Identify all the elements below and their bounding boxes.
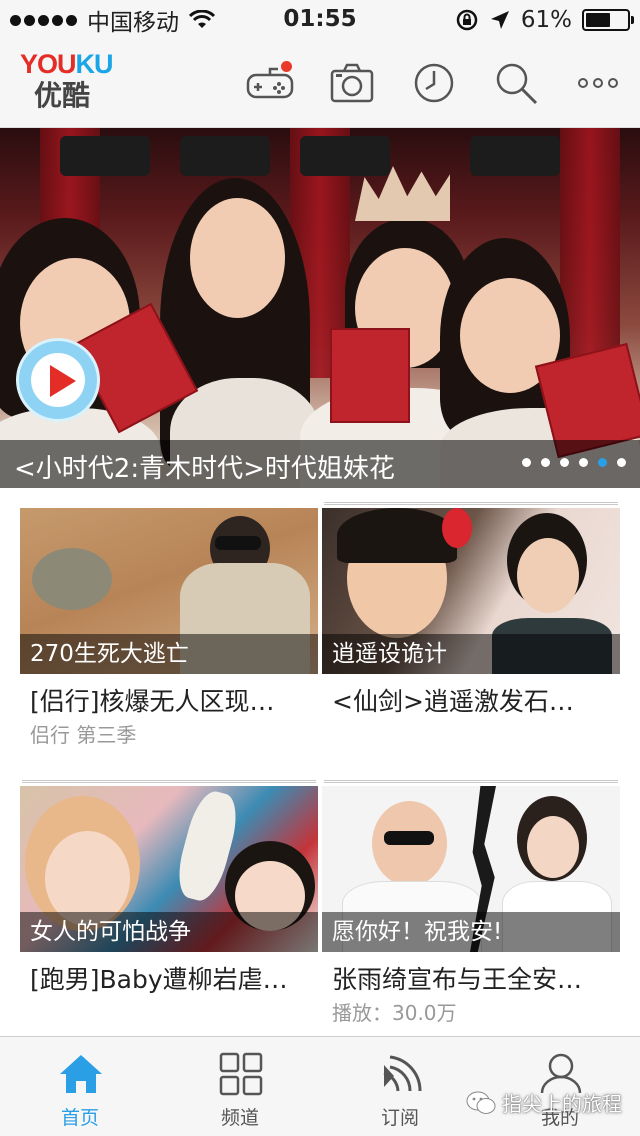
battery-percent: 61% [520, 7, 572, 33]
pager-dot[interactable] [579, 458, 588, 467]
camera-icon[interactable] [328, 59, 376, 107]
pager-dot[interactable] [598, 458, 607, 467]
tab-channels[interactable]: 频道 [160, 1037, 320, 1136]
pager-dot[interactable] [541, 458, 550, 467]
app-header: YOUKU 优酷 [0, 40, 640, 128]
pager-dot[interactable] [617, 458, 626, 467]
notification-dot [281, 61, 292, 72]
home-icon [60, 1055, 102, 1093]
tab-home[interactable]: 首页 [0, 1037, 160, 1136]
thumbnail-caption: 愿你好！祝我安! [322, 912, 620, 952]
youku-logo[interactable]: YOUKU 优酷 [20, 50, 120, 114]
logo-text-cn: 优酷 [34, 79, 91, 112]
video-card[interactable]: 愿你好！祝我安! 张雨绮宣布与王全安… 播放：30.0万 [322, 780, 620, 1028]
battery-fill [586, 13, 611, 27]
video-title[interactable]: <仙剑>逍遥激发石… [322, 684, 620, 720]
status-bar: 中国移动 01:55 61% [0, 0, 640, 40]
card-divider [324, 502, 618, 505]
video-thumbnail[interactable]: 270生死大逃亡 [20, 508, 318, 674]
rss-icon [383, 1055, 422, 1092]
header-actions [246, 58, 622, 108]
game-controller-icon[interactable] [246, 59, 294, 107]
card-divider [22, 780, 316, 783]
grid-icon [219, 1052, 263, 1096]
thumbnail-caption: 270生死大逃亡 [20, 634, 318, 674]
banner-caption-bar: <小时代2:青木时代>时代姐妹花 [0, 440, 640, 488]
video-card[interactable]: 逍遥设诡计 <仙剑>逍遥激发石… [322, 502, 620, 720]
video-thumbnail[interactable]: 愿你好！祝我安! [322, 786, 620, 952]
video-thumbnail[interactable]: 女人的可怕战争 [20, 786, 318, 952]
pager-dot[interactable] [560, 458, 569, 467]
video-title[interactable]: [跑男]Baby遭柳岩虐… [20, 962, 318, 998]
watermark: 指尖上的旅程 [466, 1088, 622, 1117]
battery-icon [582, 9, 634, 31]
status-right: 61% [455, 6, 634, 34]
thumbnail-caption: 女人的可怕战争 [20, 912, 318, 952]
history-clock-icon[interactable] [410, 59, 458, 107]
video-card[interactable]: 女人的可怕战争 [跑男]Baby遭柳岩虐… [20, 780, 318, 998]
location-arrow-icon [490, 11, 509, 29]
tab-label: 首页 [60, 1107, 99, 1129]
more-icon[interactable] [574, 59, 622, 107]
search-icon[interactable] [492, 59, 540, 107]
tab-mine[interactable]: 我的 [480, 1037, 640, 1136]
video-thumbnail[interactable]: 逍遥设诡计 [322, 508, 620, 674]
card-divider [324, 780, 618, 783]
featured-banner[interactable]: <小时代2:青木时代>时代姐妹花 [0, 128, 640, 488]
video-title[interactable]: 张雨绮宣布与王全安… [322, 962, 620, 998]
wechat-icon [466, 1091, 496, 1114]
video-title[interactable]: [侣行]核爆无人区现… [20, 684, 318, 720]
play-count: 播放：30.0万 [332, 1001, 457, 1025]
watermark-text: 指尖上的旅程 [502, 1092, 622, 1116]
tab-label: 频道 [220, 1107, 259, 1129]
pager-dot[interactable] [522, 458, 531, 467]
video-subtitle: 侣行 第三季 [30, 723, 137, 747]
tab-subscriptions[interactable]: 订阅 [320, 1037, 480, 1136]
video-grid: 270生死大逃亡 [侣行]核爆无人区现… 侣行 第三季 逍遥设诡计 <仙剑>逍遥… [0, 488, 640, 1036]
orientation-lock-icon [456, 9, 478, 31]
tab-label: 订阅 [380, 1107, 419, 1129]
play-button[interactable] [16, 338, 100, 422]
thumbnail-caption: 逍遥设诡计 [322, 634, 620, 674]
video-card[interactable]: 270生死大逃亡 [侣行]核爆无人区现… 侣行 第三季 [20, 508, 318, 750]
banner-image [0, 128, 640, 488]
bottom-tab-bar: 首页 频道 订阅 我的 [0, 1036, 640, 1136]
logo-text-en: YOUKU [20, 49, 114, 79]
banner-caption: <小时代2:青木时代>时代姐妹花 [14, 454, 395, 484]
banner-pager[interactable] [522, 458, 626, 467]
play-icon [50, 365, 76, 397]
